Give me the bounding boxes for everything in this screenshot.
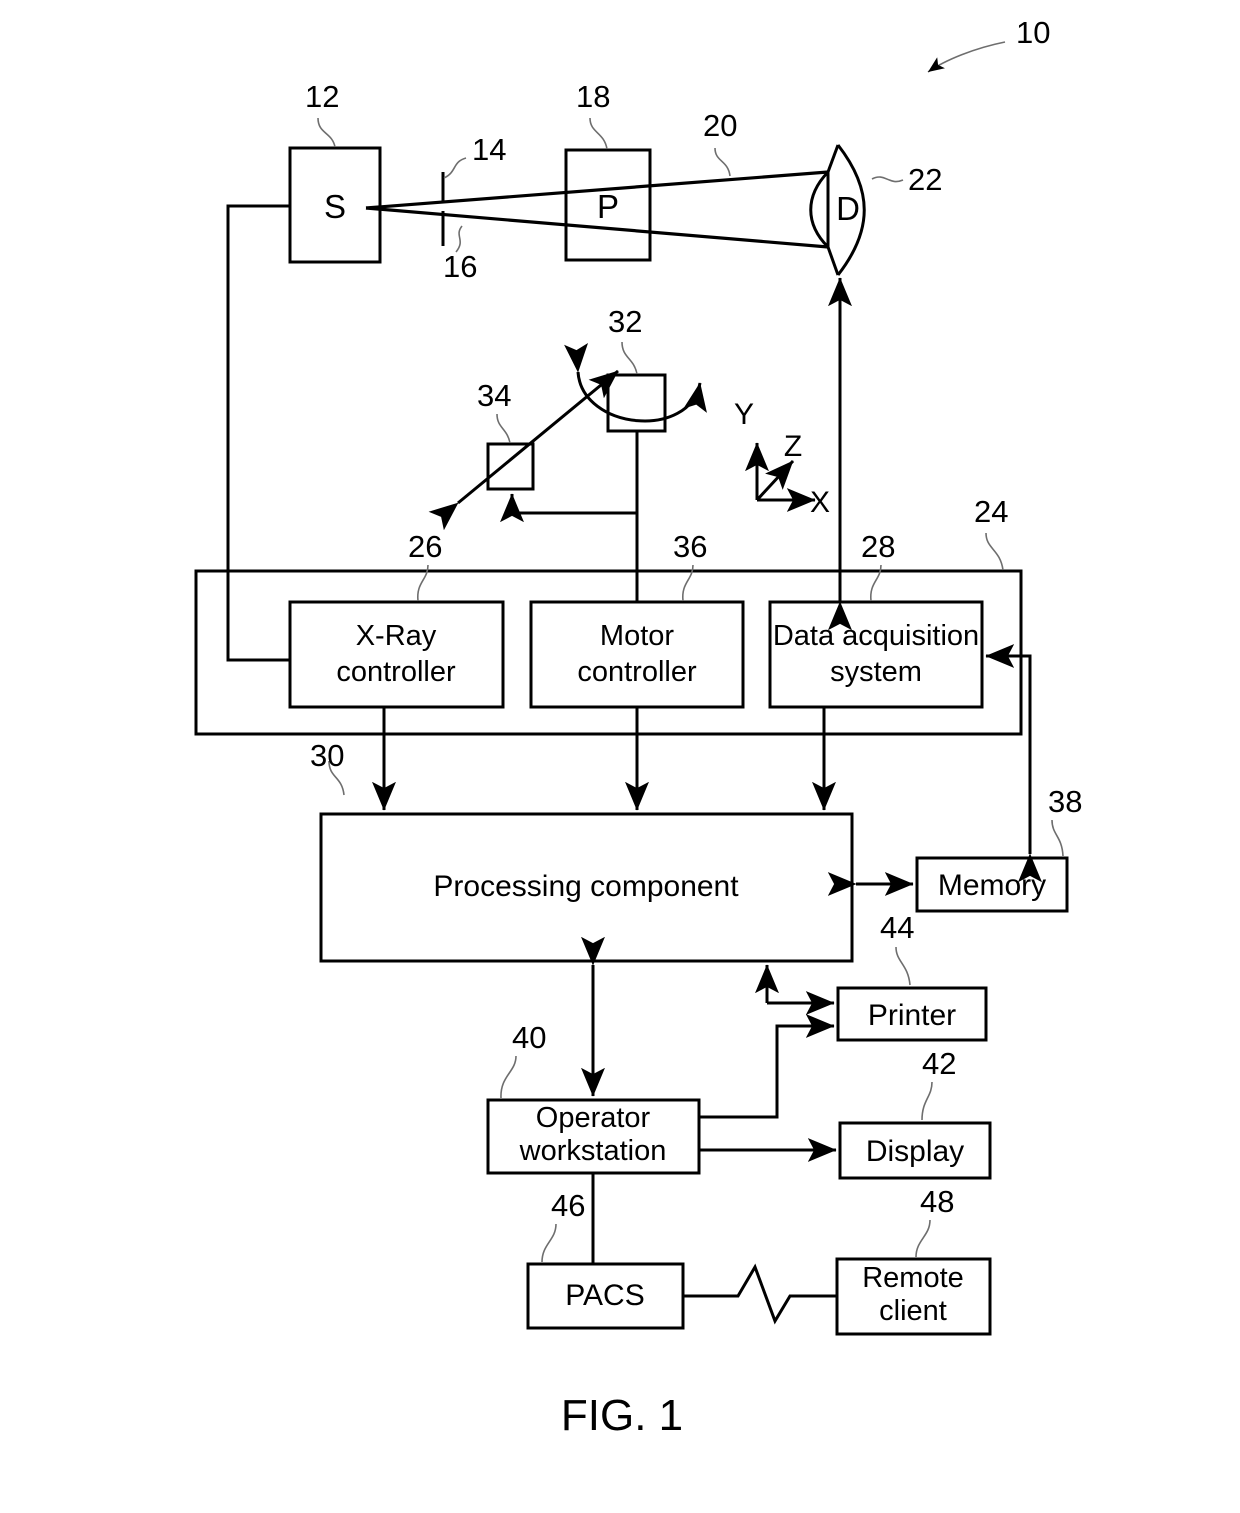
figure-canvas: 10 S 12 14 16 P 18 20 D 22 32 34 Y Z X 2… (0, 0, 1240, 1513)
remote-client-label-line1: Remote (862, 1262, 964, 1294)
ref-26: 26 (408, 529, 442, 564)
ref-20: 20 (703, 108, 737, 143)
leader-48 (915, 1219, 931, 1258)
table-motor-wire (500, 493, 637, 523)
leader-34 (496, 413, 511, 444)
ref-44: 44 (880, 910, 914, 945)
ref-30: 30 (310, 738, 344, 773)
operator-workstation-label-line1: Operator (536, 1102, 651, 1134)
ref-28: 28 (861, 529, 895, 564)
remote-client-label-line2: client (879, 1295, 947, 1327)
processing-component-label: Processing component (433, 870, 739, 903)
leader-22 (871, 176, 904, 183)
printer-label: Printer (868, 999, 956, 1032)
xray-controller-label-line2: controller (336, 656, 456, 688)
operator-workstation-label-line2: workstation (519, 1135, 667, 1167)
ref-14: 14 (472, 132, 506, 167)
ref-18: 18 (576, 79, 610, 114)
axis-label-y: Y (734, 398, 754, 431)
ref-38: 38 (1048, 784, 1082, 819)
leader-38 (1051, 819, 1064, 857)
ref-46: 46 (551, 1188, 585, 1223)
data-acquisition-label-line2: system (830, 656, 922, 688)
ref-42: 42 (922, 1046, 956, 1081)
system-ref-leader (927, 41, 1006, 73)
ref-48: 48 (920, 1184, 954, 1219)
leader-46 (541, 1223, 557, 1263)
data-acquisition-label-line1: Data acquisition (773, 620, 979, 652)
xray-controller-to-source-wire (226, 204, 290, 662)
data-acquisition-box (768, 600, 984, 709)
ref-34: 34 (477, 378, 511, 413)
leader-18 (589, 117, 608, 150)
patient-glyph: P (597, 188, 619, 225)
patent-figure-diagram: 10 S 12 14 16 P 18 20 D 22 32 34 Y Z X 2… (194, 15, 1082, 1440)
motor-controller-label-line2: controller (577, 656, 697, 688)
detector-glyph: D (836, 190, 860, 227)
axis-label-z: Z (784, 430, 802, 463)
xray-controller-box (288, 600, 505, 709)
leader-42 (921, 1081, 933, 1121)
gantry-motor-box (606, 373, 667, 433)
ref-40: 40 (512, 1020, 546, 1055)
xray-source-glyph: S (324, 188, 346, 225)
ref-24: 24 (974, 494, 1008, 529)
table-motor-box (486, 442, 535, 491)
ref-10: 10 (1016, 15, 1050, 50)
leader-12 (317, 117, 336, 148)
network-link-zigzag (683, 1263, 837, 1325)
ref-16: 16 (443, 249, 477, 284)
memory-daq-bus-wire (985, 644, 1042, 883)
motor-controller-label-line1: Motor (600, 620, 674, 652)
workstation-to-printer-wire (699, 1014, 835, 1119)
ref-22: 22 (908, 162, 942, 197)
leader-44 (895, 946, 911, 986)
figure-caption: FIG. 1 (561, 1391, 683, 1440)
display-label: Display (866, 1135, 964, 1168)
ref-12: 12 (305, 79, 339, 114)
ref-36: 36 (673, 529, 707, 564)
leader-14 (443, 157, 467, 179)
leader-20 (714, 147, 731, 177)
axis-label-x: X (810, 486, 830, 519)
memory-label: Memory (938, 869, 1046, 902)
leader-40 (500, 1055, 517, 1099)
leader-24 (985, 532, 1004, 571)
leader-32 (621, 341, 638, 375)
motor-controller-box (529, 600, 745, 709)
xray-controller-label-line1: X-Ray (356, 620, 437, 652)
ref-32: 32 (608, 304, 642, 339)
pacs-label: PACS (565, 1279, 644, 1312)
